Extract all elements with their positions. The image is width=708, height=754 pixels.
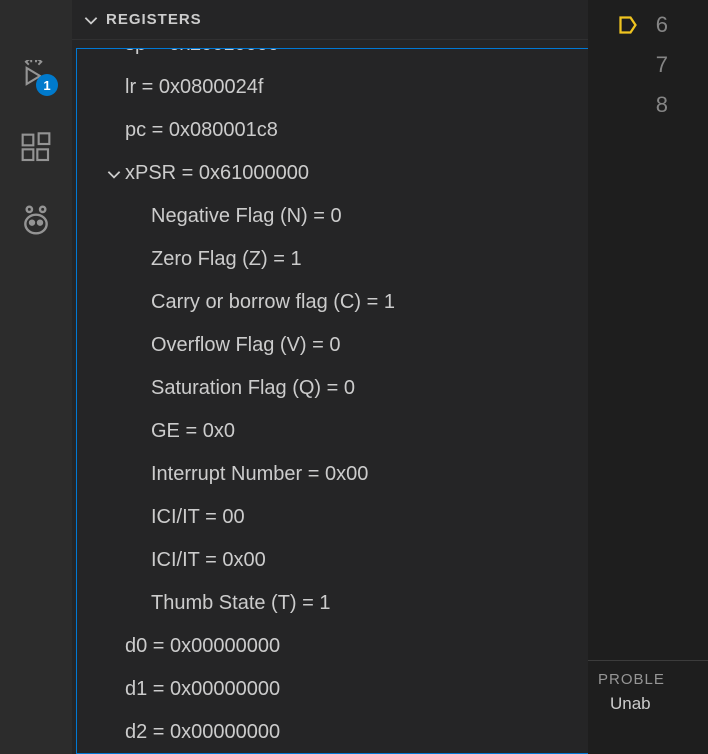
chevron-down-icon [82,11,100,29]
platformio-activity-icon[interactable] [20,204,52,236]
chevron-down-icon [105,165,123,183]
extensions-activity-icon[interactable] [20,132,52,164]
editor-strip: 6 7 8 PROBLE Unab [588,0,708,754]
line-number: 8 [656,92,668,118]
debug-badge: 1 [36,74,58,96]
debug-activity-icon[interactable]: 1 [20,60,52,92]
line-number: 6 [656,12,668,38]
bottom-panel: PROBLE Unab [588,660,708,754]
panel-title: REGISTERS [106,11,202,28]
line-number: 7 [656,52,668,78]
current-line-marker-icon [618,15,638,35]
activity-bar: 1 [0,0,72,754]
editor-gutter: 6 7 8 [588,0,708,118]
problems-content: Unab [588,694,708,714]
problems-tab[interactable]: PROBLE [588,661,708,694]
